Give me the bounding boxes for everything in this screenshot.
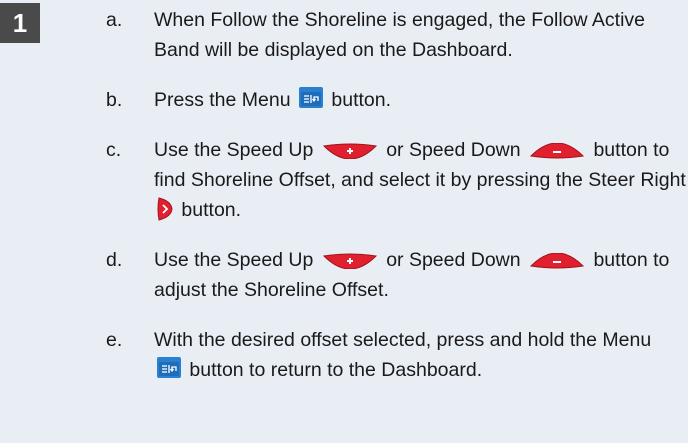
speed-down-button-icon bbox=[529, 138, 585, 159]
step-text: Use the Speed Up or Speed Down button to… bbox=[154, 248, 670, 301]
step-text: With the desired offset selected, press … bbox=[154, 329, 652, 381]
instruction-list: a. When Follow the Shoreline is engaged,… bbox=[106, 5, 686, 405]
step-letter: c. bbox=[106, 139, 122, 161]
step-letter: a. bbox=[106, 9, 123, 31]
step-text: When Follow the Shoreline is engaged, th… bbox=[154, 9, 646, 61]
step-text: Use the Speed Up or Speed Down button to… bbox=[154, 138, 686, 221]
step-letter: e. bbox=[106, 329, 123, 351]
step-text: Press the Menu button. bbox=[154, 87, 392, 111]
speed-down-button-icon bbox=[529, 248, 585, 269]
speed-up-button-icon bbox=[322, 248, 377, 270]
menu-button-icon bbox=[157, 357, 181, 378]
menu-button-icon bbox=[298, 87, 323, 108]
step-item-a: a. When Follow the Shoreline is engaged,… bbox=[106, 5, 686, 65]
step-item-e: e. With the desired offset selected, pre… bbox=[106, 325, 686, 385]
steer-right-button-icon bbox=[157, 197, 173, 221]
step-item-d: d. Use the Speed Up or Speed Down button… bbox=[106, 245, 686, 305]
step-number-badge: 1 bbox=[0, 3, 40, 43]
step-item-b: b. Press the Menu button. bbox=[106, 85, 686, 115]
speed-up-button-icon bbox=[322, 138, 377, 160]
step-letter: d. bbox=[106, 249, 123, 271]
step-letter: b. bbox=[106, 89, 123, 111]
step-item-c: c. Use the Speed Up or Speed Down button… bbox=[106, 135, 686, 225]
